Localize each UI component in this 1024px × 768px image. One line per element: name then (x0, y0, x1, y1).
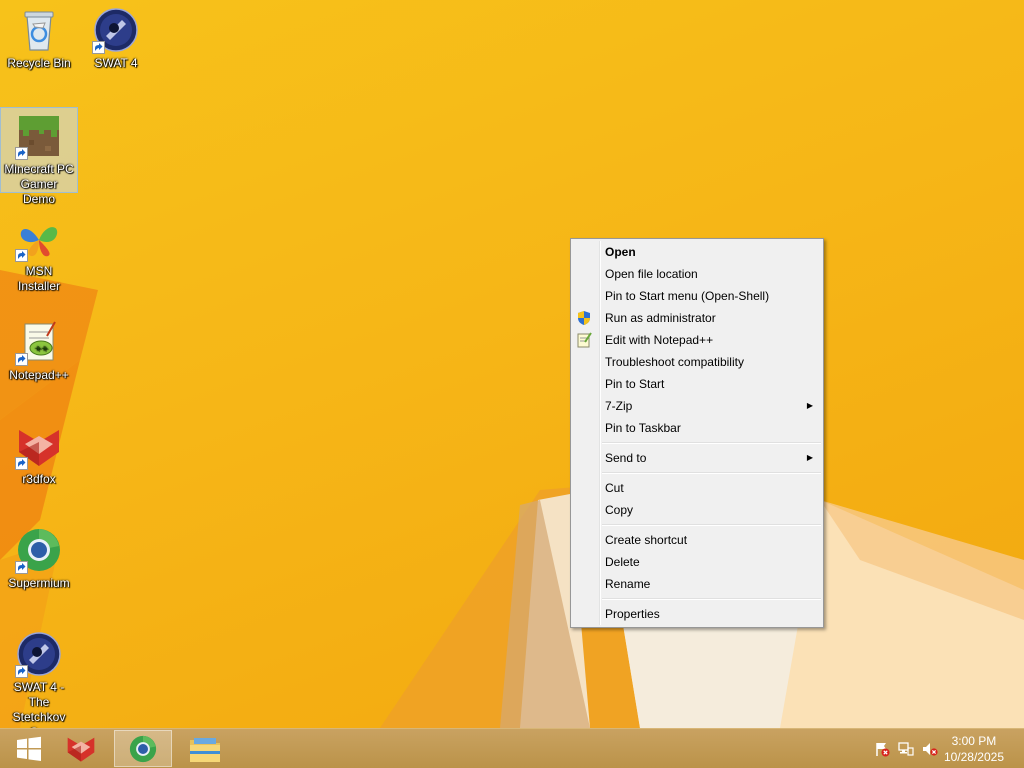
svg-text:++: ++ (35, 344, 48, 353)
menu-item-send-to[interactable]: Send to ▶ (571, 447, 823, 469)
menu-item-pin-to-start-menu-open-shell[interactable]: Pin to Start menu (Open-Shell) (571, 285, 823, 307)
action-center-flag-icon[interactable] (874, 741, 890, 757)
taskbar-file-explorer-button[interactable] (176, 730, 234, 767)
menu-item-cut[interactable]: Cut (571, 477, 823, 499)
r3dfox-icon (67, 737, 95, 762)
menu-item-label: Cut (605, 481, 624, 495)
wallpaper-art (0, 270, 1024, 728)
desktop-icon-msn-installer[interactable]: MSN Installer (1, 210, 77, 294)
file-explorer-icon (190, 737, 220, 762)
msn-butterfly-icon (15, 214, 63, 262)
taskbar: 3:00 PM 10/28/2025 (0, 728, 1024, 768)
desktop-icon-supermium[interactable]: Supermium (1, 522, 77, 591)
windows-start-icon (17, 736, 41, 761)
swat-4-icon (92, 6, 140, 54)
menu-item-pin-to-taskbar[interactable]: Pin to Taskbar (571, 417, 823, 439)
desktop-icon-notepad-plus-plus[interactable]: ++ Notepad++ (1, 314, 77, 383)
uac-shield-icon (576, 310, 592, 326)
desktop-icon-label: SWAT 4 (94, 56, 138, 70)
menu-item-label: Pin to Taskbar (605, 421, 681, 435)
swat-4-stetchkov-icon (15, 630, 63, 678)
menu-item-label: Delete (605, 555, 640, 569)
menu-item-label: Create shortcut (605, 533, 688, 547)
menu-item-label: Open (605, 245, 636, 259)
menu-item-copy[interactable]: Copy (571, 499, 823, 521)
taskbar-supermium-button[interactable] (114, 730, 172, 767)
r3dfox-icon (15, 422, 63, 470)
menu-item-label: Pin to Start menu (Open-Shell) (605, 289, 770, 303)
supermium-icon (129, 735, 157, 762)
desktop-icon-label: r3dfox (22, 472, 56, 486)
menu-item-troubleshoot-compatibility[interactable]: Troubleshoot compatibility (571, 351, 823, 373)
desktop-icon-label: SWAT 4 - The Stetchkov S... (12, 680, 66, 728)
menu-item-label: Run as administrator (605, 311, 716, 325)
desktop-icon-swat-4-stetchkov[interactable]: SWAT 4 - The Stetchkov S... (1, 626, 77, 728)
menu-item-open-file-location[interactable]: Open file location (571, 263, 823, 285)
recycle-bin-icon (15, 6, 63, 54)
shortcut-arrow-icon (15, 665, 28, 678)
shortcut-arrow-icon (15, 147, 28, 160)
menu-separator (602, 524, 821, 526)
menu-item-pin-to-start[interactable]: Pin to Start (571, 373, 823, 395)
clock-date: 10/28/2025 (943, 750, 1004, 764)
menu-item-label: Send to (605, 451, 647, 465)
submenu-arrow-icon: ▶ (806, 401, 813, 410)
clock-time: 3:00 PM (951, 734, 997, 748)
menu-item-run-as-administrator[interactable]: Run as administrator (571, 307, 823, 329)
context-menu: Open Open file location Pin to Start men… (570, 238, 824, 628)
menu-item-properties[interactable]: Properties (571, 603, 823, 625)
network-icon[interactable] (898, 741, 914, 757)
menu-separator (602, 598, 821, 600)
desktop-icon-recycle-bin[interactable]: Recycle Bin (1, 2, 77, 71)
supermium-icon (15, 526, 63, 574)
shortcut-arrow-icon (15, 249, 28, 262)
shortcut-arrow-icon (15, 561, 28, 574)
volume-muted-icon[interactable] (922, 741, 938, 757)
notepad-plus-plus-icon: ++ (15, 318, 63, 366)
desktop-icon-label: Supermium (8, 576, 70, 590)
menu-item-rename[interactable]: Rename (571, 573, 823, 595)
menu-item-7-zip[interactable]: 7-Zip ▶ (571, 395, 823, 417)
menu-separator (602, 472, 821, 474)
menu-item-label: Troubleshoot compatibility (605, 355, 744, 369)
menu-item-label: Pin to Start (605, 377, 665, 391)
menu-item-label: Rename (605, 577, 651, 591)
submenu-arrow-icon: ▶ (806, 453, 813, 462)
menu-item-label: Copy (605, 503, 634, 517)
desktop-icon-r3dfox[interactable]: r3dfox (1, 418, 77, 487)
desktop[interactable]: Recycle Bin SWAT 4 Minecraft PC Gamer De… (0, 0, 1024, 728)
taskbar-clock[interactable]: 3:00 PM 10/28/2025 (944, 733, 1004, 765)
menu-item-label: Properties (605, 607, 660, 621)
shortcut-arrow-icon (15, 353, 28, 366)
menu-item-label: Open file location (605, 267, 698, 281)
minecraft-grass-block-icon (15, 112, 63, 160)
desktop-icon-label: Recycle Bin (7, 56, 71, 70)
menu-item-delete[interactable]: Delete (571, 551, 823, 573)
menu-item-edit-with-notepad-plus-plus[interactable]: Edit with Notepad++ (571, 329, 823, 351)
desktop-icon-minecraft[interactable]: Minecraft PC Gamer Demo (0, 107, 78, 206)
shortcut-arrow-icon (15, 457, 28, 470)
desktop-icon-label: Minecraft PC Gamer Demo (4, 162, 74, 206)
desktop-icon-swat-4[interactable]: SWAT 4 (78, 2, 154, 71)
start-button[interactable] (0, 730, 58, 767)
notepad-plus-plus-icon (576, 332, 592, 348)
menu-separator (602, 442, 821, 444)
menu-item-label: 7-Zip (605, 399, 633, 413)
desktop-icon-label: MSN Installer (17, 264, 61, 293)
taskbar-r3dfox-button[interactable] (52, 730, 110, 767)
menu-item-open[interactable]: Open (571, 241, 823, 263)
menu-item-create-shortcut[interactable]: Create shortcut (571, 529, 823, 551)
desktop-icon-label: Notepad++ (9, 368, 69, 382)
menu-item-label: Edit with Notepad++ (605, 333, 714, 347)
shortcut-arrow-icon (92, 41, 105, 54)
